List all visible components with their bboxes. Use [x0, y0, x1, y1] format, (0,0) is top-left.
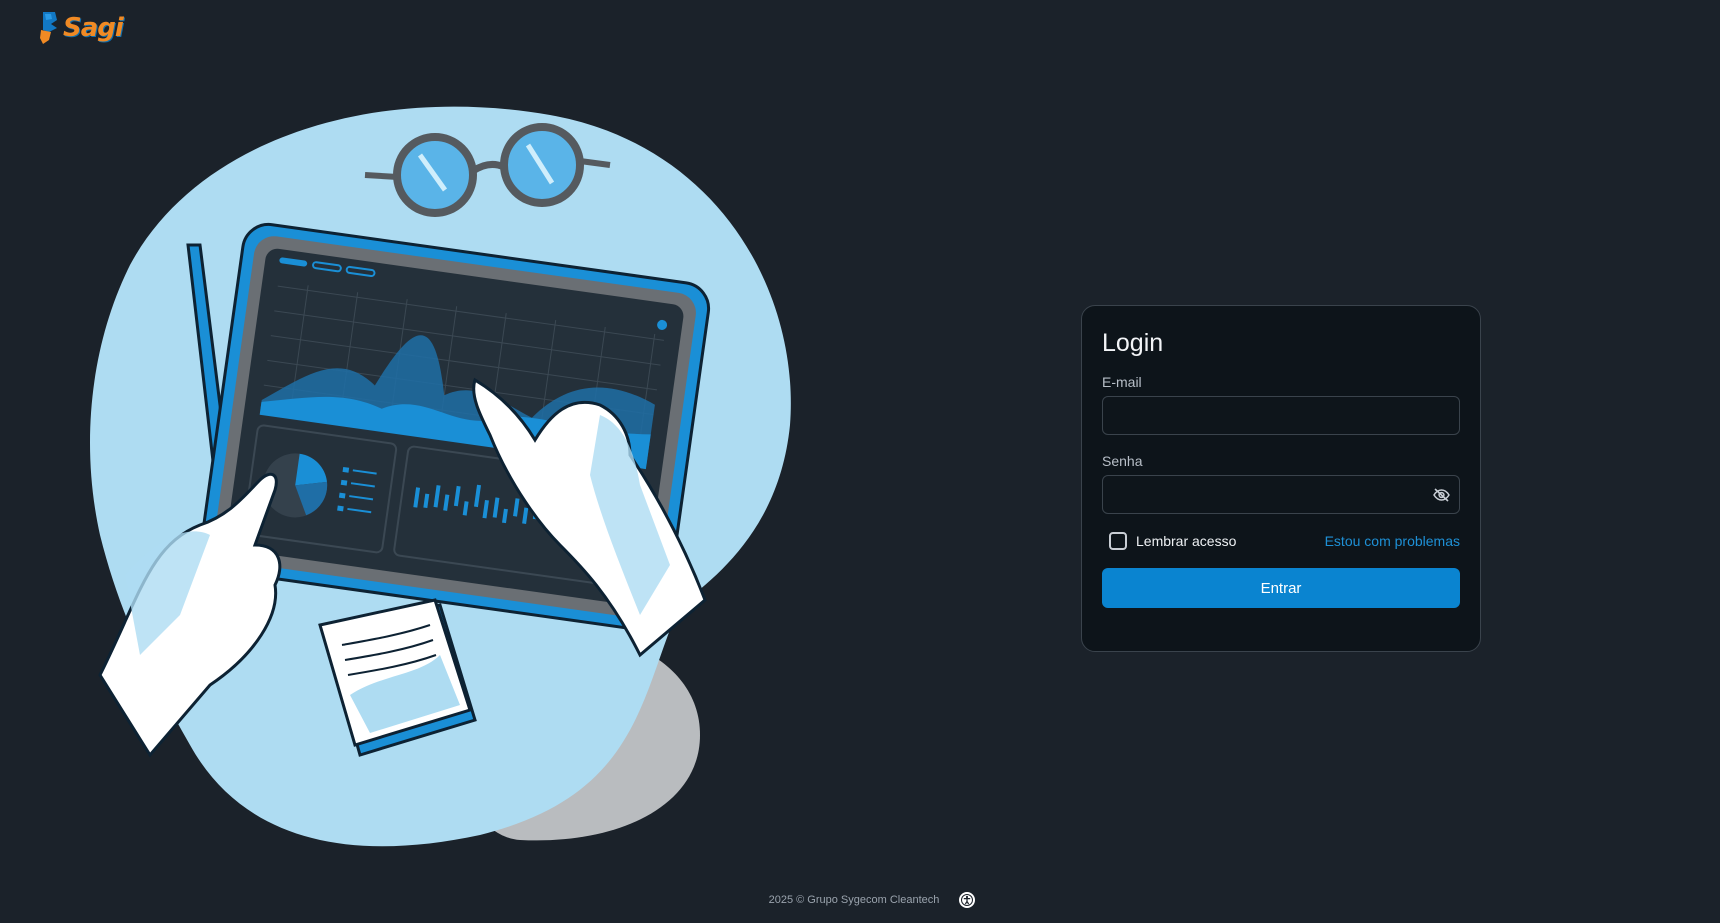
remember-label: Lembrar acesso — [1136, 533, 1237, 549]
login-page: Sagi Login E-mail Senha Lembrar acesso E… — [0, 0, 1720, 923]
login-submit-button[interactable]: Entrar — [1102, 568, 1460, 608]
eye-off-icon[interactable] — [1430, 485, 1452, 505]
sagi-logo-icon — [40, 12, 57, 44]
trouble-link[interactable]: Estou com problemas — [1325, 533, 1460, 549]
login-title: Login — [1102, 329, 1164, 357]
brand-logo: Sagi — [37, 10, 124, 46]
password-field-wrap — [1102, 475, 1460, 514]
email-field[interactable] — [1102, 396, 1460, 435]
login-options-row: Lembrar acesso Estou com problemas — [1102, 532, 1460, 550]
copyright-text: 2025 © Grupo Sygecom Cleantech — [768, 894, 940, 906]
dashboard-illustration — [90, 106, 791, 847]
password-field[interactable] — [1102, 475, 1460, 514]
login-card: Login E-mail Senha Lembrar acesso Estou … — [1081, 305, 1481, 652]
accessibility-icon[interactable] — [959, 892, 976, 908]
brand-name: Sagi — [63, 13, 124, 43]
remember-checkbox-group[interactable]: Lembrar acesso — [1109, 532, 1236, 550]
password-label: Senha — [1102, 453, 1143, 469]
email-label: E-mail — [1102, 374, 1142, 390]
remember-checkbox[interactable] — [1109, 532, 1127, 550]
footer: 2025 © Grupo Sygecom Cleantech — [0, 892, 1720, 908]
email-field-wrap — [1102, 396, 1460, 435]
